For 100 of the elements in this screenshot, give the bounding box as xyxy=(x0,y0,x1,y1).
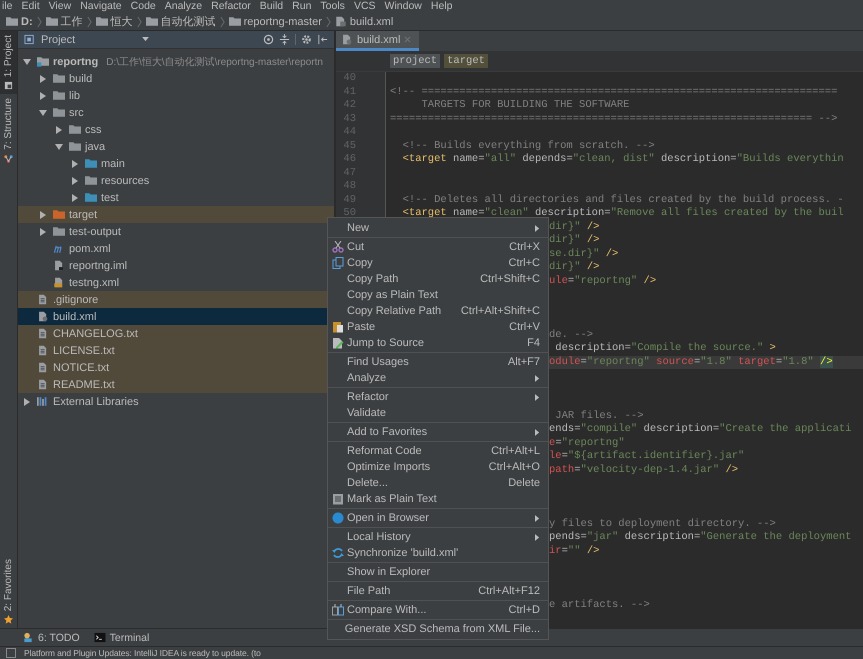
menu-item[interactable]: Run xyxy=(292,0,312,13)
tree-row[interactable]: css xyxy=(18,121,334,138)
settings-icon[interactable] xyxy=(301,34,312,45)
tool-window-button[interactable]: 6: TODO xyxy=(22,632,80,644)
collapse-all-icon[interactable] xyxy=(279,34,290,45)
tree-row[interactable]: resources xyxy=(18,172,334,189)
folder-icon xyxy=(146,16,158,27)
menu-item[interactable]: Optimize Imports Ctrl+Alt+O xyxy=(328,459,548,475)
menu-item[interactable]: Compare With... Ctrl+D xyxy=(328,602,548,618)
menu-item[interactable]: Add to Favorites xyxy=(328,424,548,440)
code-line: se.dir}" /> xyxy=(549,248,620,261)
breadcrumb-item[interactable]: 恒大 xyxy=(96,14,133,29)
menu-item[interactable]: Refactor xyxy=(211,0,251,13)
menu-item[interactable]: Synchronize 'build.xml' xyxy=(328,545,548,561)
sync-icon xyxy=(332,547,344,559)
breadcrumb-item[interactable]: 自动化测试 xyxy=(146,14,216,29)
editor-tab[interactable]: build.xml xyxy=(336,31,420,51)
edit-document-icon xyxy=(332,337,344,349)
tree-row[interactable]: main xyxy=(18,155,334,172)
tree-row[interactable]: java xyxy=(18,138,334,155)
globe-icon xyxy=(332,512,344,524)
text-file-icon xyxy=(37,345,49,356)
menu-item[interactable]: Help xyxy=(430,0,452,13)
menu-item[interactable]: Open in Browser xyxy=(328,510,548,526)
menu-item[interactable]: View xyxy=(48,0,72,13)
tree-item-label: css xyxy=(85,124,102,136)
menu-item[interactable]: Reformat Code Ctrl+Alt+L xyxy=(328,443,548,459)
hide-panel-icon[interactable] xyxy=(317,34,328,45)
todo-icon xyxy=(22,632,34,643)
menu-item[interactable]: File Path Ctrl+Alt+F12 xyxy=(328,583,548,599)
structure-icon xyxy=(4,154,13,163)
code-line: description="Compile the source." > xyxy=(554,342,777,356)
tool-window-tab[interactable]: 7: Structure xyxy=(0,94,17,167)
chevron-icon xyxy=(220,16,225,28)
collapsed-arrow-icon[interactable] xyxy=(71,176,79,184)
chevron-icon xyxy=(86,16,92,28)
panel-title[interactable]: Project xyxy=(41,34,76,46)
module-folder-icon xyxy=(37,56,49,67)
tree-row[interactable]: build xyxy=(18,70,334,87)
collapsed-arrow-icon[interactable] xyxy=(39,92,47,100)
expanded-arrow-icon[interactable] xyxy=(55,142,63,150)
code-line: ir="" /> xyxy=(549,544,600,558)
star-icon xyxy=(4,615,13,624)
menu-item[interactable]: Edit xyxy=(22,0,40,13)
menu-item[interactable]: Navigate xyxy=(80,0,122,13)
collapsed-arrow-icon[interactable] xyxy=(39,74,47,82)
expanded-arrow-icon[interactable] xyxy=(39,108,47,116)
tool-window-button[interactable]: Terminal xyxy=(94,632,150,644)
menu-item[interactable]: Mark as Plain Text xyxy=(328,491,548,507)
menu-item[interactable]: Local History xyxy=(328,529,548,545)
tree-item-label: target xyxy=(69,208,98,220)
collapsed-arrow-icon[interactable] xyxy=(39,210,47,218)
folder-icon xyxy=(6,16,18,27)
menu-item[interactable]: Delete... Delete xyxy=(328,475,548,491)
tree-row[interactable]: test xyxy=(18,189,334,206)
notification-icon[interactable] xyxy=(6,648,16,658)
collapsed-arrow-icon[interactable] xyxy=(71,194,79,202)
code-line: TARGETS FOR BUILDING THE SOFTWARE xyxy=(420,99,630,112)
tree-item-label: test xyxy=(101,192,119,204)
menu-item[interactable]: Code xyxy=(130,0,156,13)
menu-item[interactable]: VCS xyxy=(354,0,376,13)
menu-item[interactable]: Generate XSD Schema from XML File... xyxy=(328,621,548,637)
expanded-arrow-icon[interactable] xyxy=(23,58,31,66)
menu-item[interactable]: Cut Ctrl+X xyxy=(328,239,548,255)
code-line: ends="compile" description="Create the applicati xyxy=(549,423,852,436)
tree-row[interactable]: src xyxy=(18,104,334,121)
breadcrumb-item[interactable]: 工作 xyxy=(46,14,83,29)
tree-item-label: src xyxy=(69,106,84,118)
menu-item[interactable]: Build xyxy=(260,0,284,13)
tag-breadcrumb[interactable]: target xyxy=(444,54,488,68)
tree-row[interactable]: target xyxy=(18,206,334,223)
menu-item[interactable]: Jump to Source F4 xyxy=(328,335,548,351)
menu-item[interactable]: Tools xyxy=(320,0,345,13)
menu-item[interactable]: Window xyxy=(384,0,422,13)
menu-item[interactable]: ile xyxy=(2,0,13,13)
menu-item[interactable]: Analyze xyxy=(164,0,202,13)
tag-breadcrumb[interactable]: project xyxy=(390,54,440,68)
build-file-icon xyxy=(341,34,353,45)
tree-item-label: NOTICE.txt xyxy=(53,362,110,374)
tool-window-tab[interactable]: 1: Project xyxy=(0,31,17,94)
breadcrumb-item[interactable]: build.xml xyxy=(334,16,394,28)
collapsed-arrow-icon[interactable] xyxy=(71,160,79,168)
crosshair-icon[interactable] xyxy=(263,34,274,45)
collapsed-arrow-icon[interactable] xyxy=(39,228,47,236)
tree-item-label: .gitignore xyxy=(53,294,98,306)
collapsed-arrow-icon[interactable] xyxy=(55,126,63,134)
tree-item-label: testng.xml xyxy=(69,276,120,288)
code-line: <!-- Deletes all directories and files created by the build process. - xyxy=(402,194,845,207)
tree-item-label: lib xyxy=(69,90,80,102)
module-file-icon xyxy=(53,260,65,271)
dropdown-caret-icon[interactable] xyxy=(142,37,150,42)
breadcrumb-item[interactable]: reportng-master xyxy=(228,16,322,28)
xml-file-icon xyxy=(53,277,65,288)
tree-row[interactable]: reportng D:\工作\恒大\自动化测试\reportng-master\reportn xyxy=(18,53,334,70)
menu-item[interactable]: Show in Explorer xyxy=(328,564,548,580)
tree-row[interactable]: lib xyxy=(18,87,334,104)
tree-item-label: build xyxy=(69,72,92,84)
tool-window-tab[interactable]: 2: Favorites xyxy=(0,554,17,628)
breadcrumb-item[interactable]: D: xyxy=(6,16,33,28)
collapsed-arrow-icon[interactable] xyxy=(23,398,31,406)
